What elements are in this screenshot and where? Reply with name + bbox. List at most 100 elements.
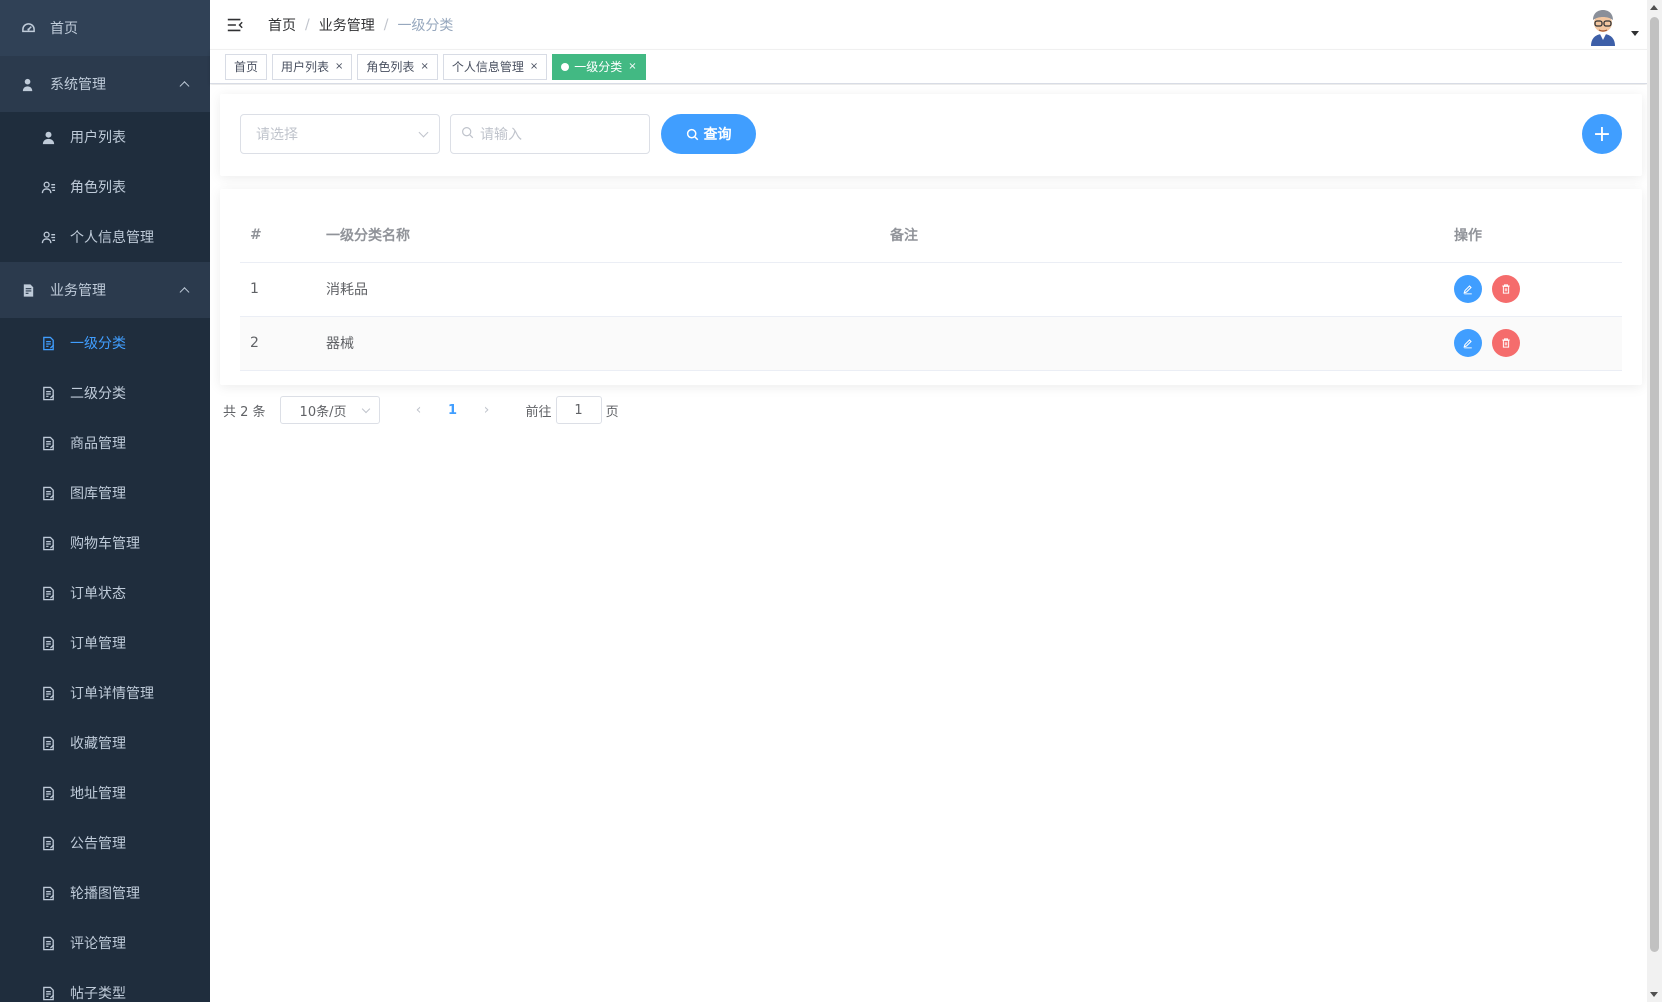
breadcrumb: 首页 / 业务管理 / 一级分类 (268, 15, 453, 35)
search-icon (686, 128, 698, 140)
query-button[interactable]: 查询 (661, 114, 756, 154)
page-scrollbar[interactable] (1647, 0, 1662, 1002)
close-icon[interactable]: × (335, 55, 343, 79)
column-header-index: # (240, 209, 316, 263)
document-edit-icon (40, 785, 56, 801)
edit-button[interactable] (1454, 275, 1482, 303)
query-button-label: 查询 (703, 127, 732, 143)
sidebar-item-label: 二级分类 (70, 386, 126, 402)
edit-button[interactable] (1454, 329, 1482, 357)
chevron-up-icon (179, 287, 190, 298)
scroll-down-arrow[interactable] (1650, 992, 1658, 997)
scrollbar-thumb[interactable] (1650, 17, 1659, 952)
edit-icon (1462, 283, 1474, 295)
sidebar-item-label: 用户列表 (70, 130, 126, 146)
close-icon[interactable]: × (628, 55, 636, 79)
document-edit-icon (40, 735, 56, 751)
tab-2[interactable]: 角色列表 × (357, 53, 438, 80)
sidebar-item-user-list[interactable]: 用户列表 (0, 112, 210, 162)
hamburger-icon[interactable] (226, 15, 246, 35)
delete-button[interactable] (1492, 329, 1520, 357)
sidebar-item-business-12[interactable]: 评论管理 (0, 918, 210, 968)
sidebar-item-label: 首页 (50, 21, 78, 37)
sidebar-item-business-8[interactable]: 收藏管理 (0, 718, 210, 768)
tab-label: 角色列表 (366, 59, 415, 74)
cell-actions (1444, 316, 1622, 371)
cell-index: 2 (240, 316, 316, 371)
table-row[interactable]: 1 消耗品 (240, 262, 1622, 317)
page-jumper: 前往 1 页 (526, 396, 619, 424)
delete-button[interactable] (1492, 275, 1520, 303)
tab-3[interactable]: 个人信息管理 × (442, 53, 548, 80)
tab-1[interactable]: 用户列表 × (272, 53, 353, 80)
sidebar-group-system[interactable]: 系统管理 (0, 56, 210, 112)
breadcrumb-business[interactable]: 业务管理 (319, 15, 375, 35)
sidebar-item-business-13[interactable]: 帖子类型 (0, 968, 210, 1002)
cell-actions (1444, 262, 1622, 317)
sidebar-item-label: 帖子类型 (70, 986, 126, 1002)
sidebar-item-label: 个人信息管理 (70, 230, 154, 246)
user-admin-icon (20, 76, 36, 92)
data-table-card: # 一级分类名称 备注 操作 1 消耗品 2 器械 (220, 189, 1642, 385)
avatar[interactable] (1583, 6, 1623, 46)
tab-label: 用户列表 (281, 59, 330, 74)
prev-page-button[interactable]: ‹ (404, 402, 434, 418)
sidebar-item-business-3[interactable]: 图库管理 (0, 468, 210, 518)
chevron-down-icon (361, 404, 370, 414)
table-row[interactable]: 2 器械 (240, 316, 1622, 371)
sidebar-item-role-list[interactable]: 角色列表 (0, 162, 210, 212)
page-content: 请选择 请输入 查询 + # 一级分类名称 备注 操作 1 消耗品 2 器械 共… (210, 85, 1647, 1002)
sidebar-item-home[interactable]: 首页 (0, 0, 210, 56)
search-bar: 请选择 请输入 查询 + (220, 94, 1642, 176)
cell-index: 1 (240, 262, 316, 317)
scroll-up-arrow[interactable] (1650, 5, 1658, 10)
sidebar-item-business-5[interactable]: 订单状态 (0, 568, 210, 618)
sidebar-group-business[interactable]: 业务管理 (0, 262, 210, 318)
sidebar-item-label: 订单详情管理 (70, 686, 154, 702)
cell-remark (880, 262, 1444, 317)
tab-label: 个人信息管理 (451, 59, 524, 74)
sidebar-item-business-4[interactable]: 购物车管理 (0, 518, 210, 568)
category-select[interactable]: 请选择 (240, 114, 440, 154)
page-size-select[interactable]: 10条/页 (279, 396, 380, 424)
close-icon[interactable]: × (530, 55, 538, 79)
document-edit-icon (40, 935, 56, 951)
document-edit-icon (40, 985, 56, 1001)
sidebar-item-business-11[interactable]: 轮播图管理 (0, 868, 210, 918)
trash-icon (1500, 283, 1512, 295)
trash-icon (1500, 337, 1512, 349)
tab-label: 一级分类 (574, 59, 623, 74)
sidebar-item-profile[interactable]: 个人信息管理 (0, 212, 210, 262)
tab-0[interactable]: 首页 (225, 53, 268, 80)
document-edit-icon (40, 335, 56, 351)
sidebar-item-business-9[interactable]: 地址管理 (0, 768, 210, 818)
next-page-button[interactable]: › (472, 402, 502, 418)
sidebar-group-label: 系统管理 (50, 77, 106, 93)
chevron-down-icon (418, 127, 429, 138)
breadcrumb-separator: / (305, 16, 310, 33)
sidebar-item-label: 图库管理 (70, 486, 126, 502)
page-number-current[interactable]: 1 (434, 403, 472, 418)
select-placeholder: 请选择 (256, 127, 298, 143)
goto-page-input[interactable]: 1 (555, 396, 602, 424)
sidebar-item-business-2[interactable]: 商品管理 (0, 418, 210, 468)
user-menu[interactable] (1583, 6, 1639, 46)
sidebar-item-label: 购物车管理 (70, 536, 140, 552)
active-dot-icon (561, 62, 570, 71)
close-icon[interactable]: × (420, 55, 428, 79)
sidebar-item-label: 订单状态 (70, 586, 126, 602)
sidebar-item-business-1[interactable]: 二级分类 (0, 368, 210, 418)
breadcrumb-home[interactable]: 首页 (268, 15, 296, 35)
caret-down-icon[interactable] (1631, 31, 1639, 36)
tab-4[interactable]: 一级分类 × (552, 53, 646, 80)
add-button[interactable]: + (1582, 114, 1622, 154)
sidebar-item-business-0[interactable]: 一级分类 (0, 318, 210, 368)
tab-label: 首页 (234, 59, 259, 74)
sidebar-item-business-10[interactable]: 公告管理 (0, 818, 210, 868)
document-edit-icon (40, 485, 56, 501)
sidebar-item-business-6[interactable]: 订单管理 (0, 618, 210, 668)
sidebar-item-label: 地址管理 (70, 786, 126, 802)
user-list-icon (40, 179, 56, 195)
sidebar-item-business-7[interactable]: 订单详情管理 (0, 668, 210, 718)
search-input[interactable]: 请输入 (450, 114, 650, 154)
